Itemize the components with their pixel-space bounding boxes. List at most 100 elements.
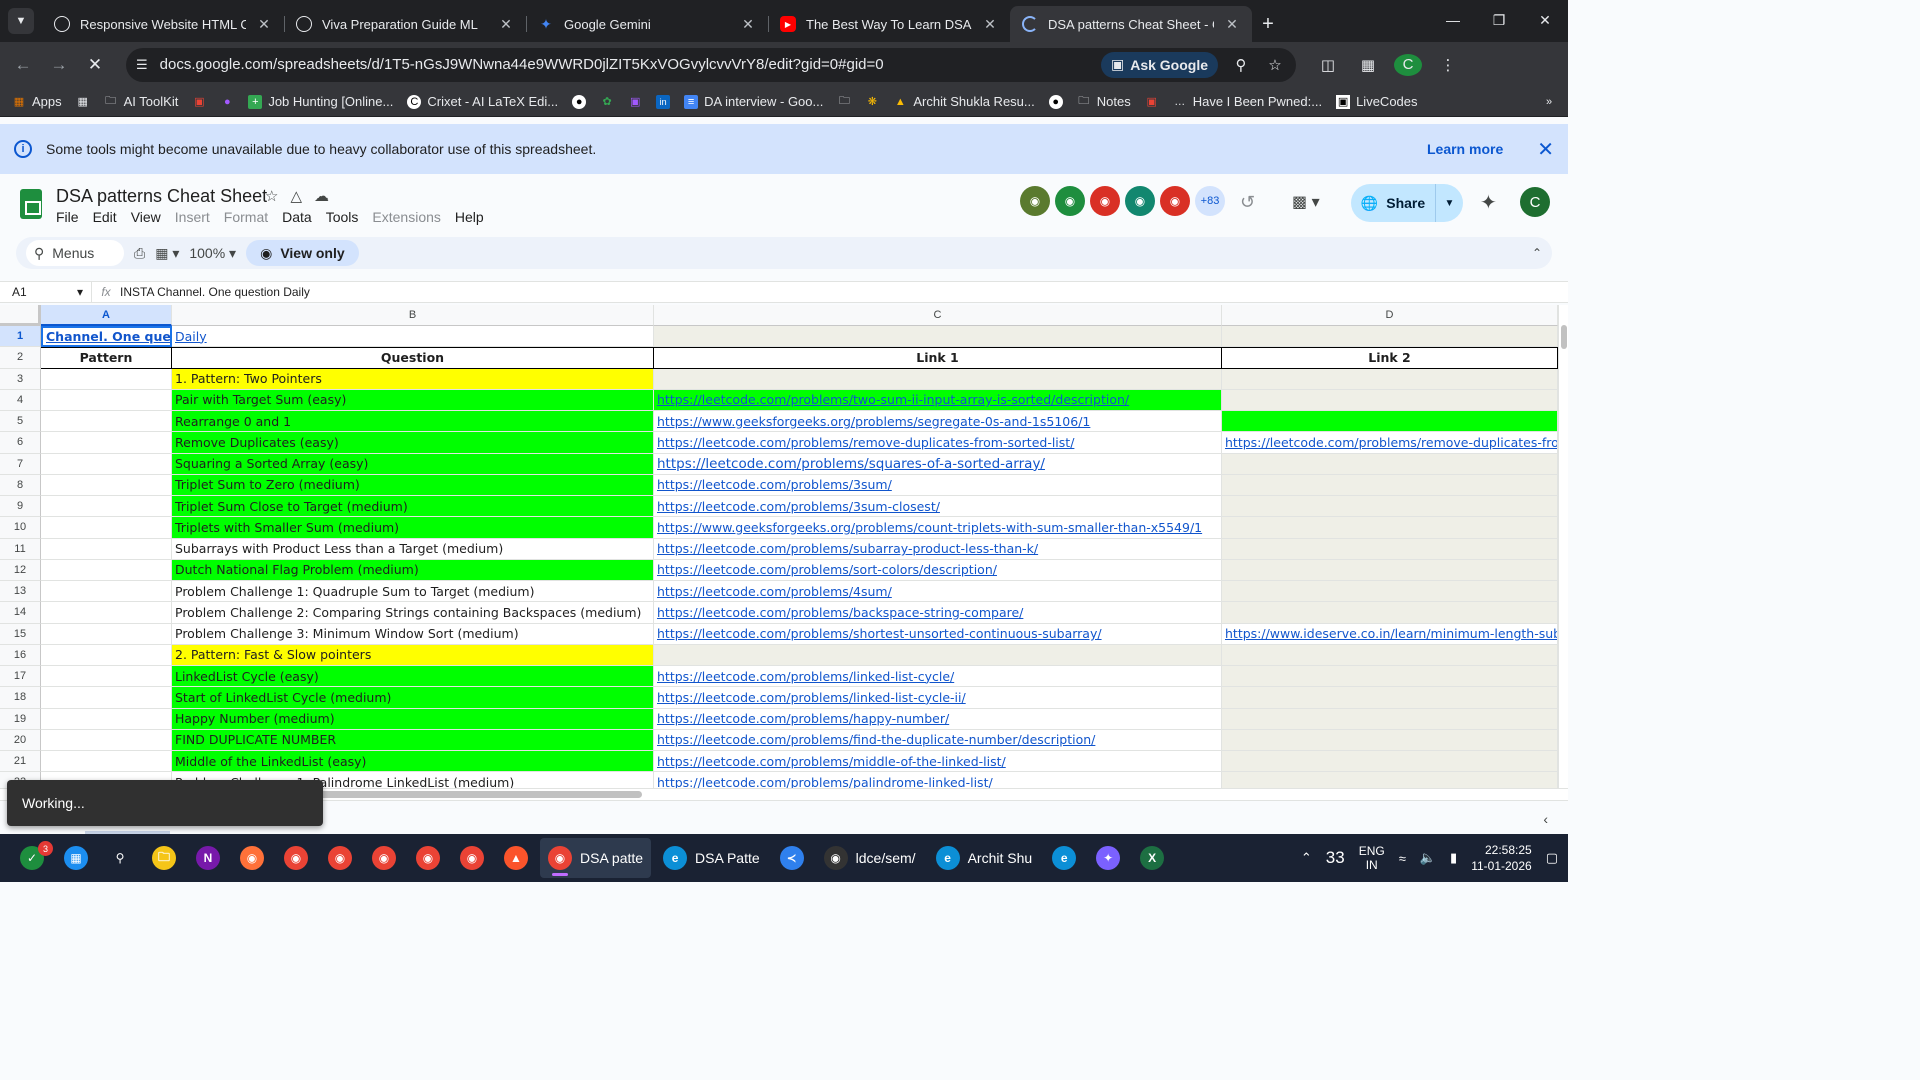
account-avatar[interactable]: C	[1520, 187, 1550, 217]
cell-c2[interactable]: Link 1	[654, 347, 1222, 369]
menu-view[interactable]: View	[131, 209, 161, 225]
row-number[interactable]: 3	[0, 368, 41, 390]
taskbar-app-excel[interactable]: X	[1132, 838, 1172, 878]
taskbar-app-onenote[interactable]: N	[188, 838, 228, 878]
cell-d16[interactable]	[1222, 644, 1558, 666]
menu-extensions[interactable]: Extensions	[372, 209, 440, 225]
cell-d15[interactable]: https://www.ideserve.co.in/learn/minimum…	[1222, 623, 1558, 645]
cell-c1[interactable]	[654, 326, 1222, 348]
back-icon[interactable]: ←	[8, 50, 38, 80]
print-icon[interactable]: ⎙	[134, 245, 145, 262]
cell-c13[interactable]: https://leetcode.com/problems/4sum/	[654, 581, 1222, 603]
taskbar-app-copilot[interactable]: ✦	[1088, 838, 1128, 878]
taskbar-app-edge[interactable]: e Archit Shu	[928, 838, 1041, 878]
close-icon[interactable]: ✕	[740, 16, 756, 33]
url-text[interactable]: docs.google.com/spreadsheets/d/1T5-nGsJ9…	[160, 56, 1089, 73]
anonymous-animal-avatar[interactable]: ◉	[1020, 186, 1050, 216]
learn-more-link[interactable]: Learn more	[1427, 141, 1503, 157]
name-box[interactable]: A1 ▾	[0, 282, 92, 302]
cell-c21[interactable]: https://leetcode.com/problems/middle-of-…	[654, 751, 1222, 773]
cell-a20[interactable]	[41, 729, 172, 751]
chrome-bookmark-icon[interactable]: ●	[1048, 94, 1063, 109]
bookmark-hibp[interactable]: … Have I Been Pwned:...	[1173, 94, 1322, 109]
cell-c5[interactable]: https://www.geeksforgeeks.org/problems/s…	[654, 411, 1222, 433]
cell-a7[interactable]	[41, 453, 172, 475]
row-number[interactable]: 16	[0, 644, 41, 666]
select-all-corner[interactable]	[0, 305, 41, 326]
cell-c16[interactable]	[654, 644, 1222, 666]
spreadsheet-grid[interactable]: A B C D 1Channel. One questionDaily2Patt…	[0, 305, 1558, 788]
cell-c3[interactable]	[654, 368, 1222, 390]
bookmark-resume[interactable]: ▲ Archit Shukla Resu...	[893, 94, 1035, 109]
cell-a10[interactable]	[41, 517, 172, 539]
cell-c7[interactable]: https://leetcode.com/problems/squares-of…	[654, 453, 1222, 475]
cell-c11[interactable]: https://leetcode.com/problems/subarray-p…	[654, 538, 1222, 560]
cell-a16[interactable]	[41, 644, 172, 666]
cell-a14[interactable]	[41, 602, 172, 624]
pdf-icon[interactable]: ▣	[1145, 95, 1159, 109]
browser-tab-active[interactable]: DSA patterns Cheat Sheet - Goo ✕	[1010, 6, 1252, 42]
view-only-button[interactable]: ◉ View only	[246, 240, 359, 266]
bookmark-ai-toolkit[interactable]: 🗀 AI ToolKit	[104, 94, 178, 109]
cell-a18[interactable]	[41, 687, 172, 709]
taskbar-app-chrome[interactable]: ◉	[276, 838, 316, 878]
cell-a4[interactable]	[41, 389, 172, 411]
cell-a17[interactable]	[41, 666, 172, 688]
row-number[interactable]: 20	[0, 729, 41, 751]
menu-format[interactable]: Format	[224, 209, 268, 225]
menu-file[interactable]: File	[56, 209, 79, 225]
zoom-select[interactable]: 100% ▾	[189, 245, 236, 262]
bookmark-job-hunting[interactable]: + Job Hunting [Online...	[248, 94, 393, 109]
grid-icon[interactable]: ▦	[76, 95, 90, 109]
row-number[interactable]: 12	[0, 559, 41, 581]
scroll-thumb[interactable]	[300, 791, 642, 798]
vertical-scrollbar[interactable]	[1558, 305, 1568, 788]
notifications-icon[interactable]: ▢	[1546, 850, 1558, 866]
browser-tab[interactable]: Viva Preparation Guide ML ✕	[284, 6, 526, 42]
cell-d4[interactable]	[1222, 389, 1558, 411]
cell-b8[interactable]: Triplet Sum to Zero (medium)	[172, 474, 654, 496]
cell-d6[interactable]: https://leetcode.com/problems/remove-dup…	[1222, 432, 1558, 454]
anonymous-animal-avatar[interactable]: ◉	[1055, 186, 1085, 216]
cell-d5[interactable]	[1222, 411, 1558, 433]
cell-c8[interactable]: https://leetcode.com/problems/3sum/	[654, 474, 1222, 496]
bookmark-apps[interactable]: ▦ Apps	[12, 94, 62, 109]
document-title[interactable]: DSA patterns Cheat Sheet	[56, 186, 267, 207]
menu-help[interactable]: Help	[455, 209, 484, 225]
cell-d22[interactable]	[1222, 772, 1558, 788]
column-header-d[interactable]: D	[1222, 305, 1558, 326]
cell-d13[interactable]	[1222, 581, 1558, 603]
chevron-left-icon[interactable]: ‹	[1543, 811, 1548, 827]
leaf-icon[interactable]: ✿	[600, 95, 614, 109]
cell-b1[interactable]: Daily	[172, 326, 654, 348]
move-icon[interactable]: △	[290, 187, 302, 205]
scroll-thumb[interactable]	[1561, 325, 1567, 349]
cell-b11[interactable]: Subarrays with Product Less than a Targe…	[172, 538, 654, 560]
cell-c6[interactable]: https://leetcode.com/problems/remove-dup…	[654, 432, 1222, 454]
language-indicator[interactable]: ENG IN	[1359, 844, 1385, 872]
browser-tab[interactable]: Responsive Website HTML Code ✕	[42, 6, 284, 42]
battery-icon[interactable]: ▮	[1450, 850, 1457, 866]
taskbar-app-chrome[interactable]: ◉	[408, 838, 448, 878]
settings-gears-icon[interactable]: ❋	[865, 95, 879, 109]
row-number[interactable]: 1	[0, 326, 41, 348]
cell-c18[interactable]: https://leetcode.com/problems/linked-lis…	[654, 687, 1222, 709]
cell-b20[interactable]: FIND DUPLICATE NUMBER	[172, 729, 654, 751]
cell-a2[interactable]: Pattern	[41, 347, 172, 369]
cell-a9[interactable]	[41, 496, 172, 518]
taskbar-app-edge[interactable]: e DSA Patte	[655, 838, 768, 878]
row-number[interactable]: 21	[0, 751, 41, 773]
row-number[interactable]: 4	[0, 389, 41, 411]
row-number[interactable]: 8	[0, 474, 41, 496]
bookmark-livecodes[interactable]: ▣ LiveCodes	[1336, 94, 1418, 109]
cell-b17[interactable]: LinkedList Cycle (easy)	[172, 666, 654, 688]
formula-content[interactable]: INSTA Channel. One question Daily	[120, 285, 310, 299]
row-number[interactable]: 9	[0, 496, 41, 518]
close-icon[interactable]: ✕	[982, 16, 998, 33]
close-icon[interactable]: ✕	[498, 16, 514, 33]
taskbar-app-file-explorer[interactable]: 🗀	[144, 838, 184, 878]
onenote-bookmark-icon[interactable]: ●	[220, 95, 234, 109]
cell-d18[interactable]	[1222, 687, 1558, 709]
profile-avatar[interactable]: C	[1394, 53, 1422, 76]
row-number[interactable]: 11	[0, 538, 41, 560]
